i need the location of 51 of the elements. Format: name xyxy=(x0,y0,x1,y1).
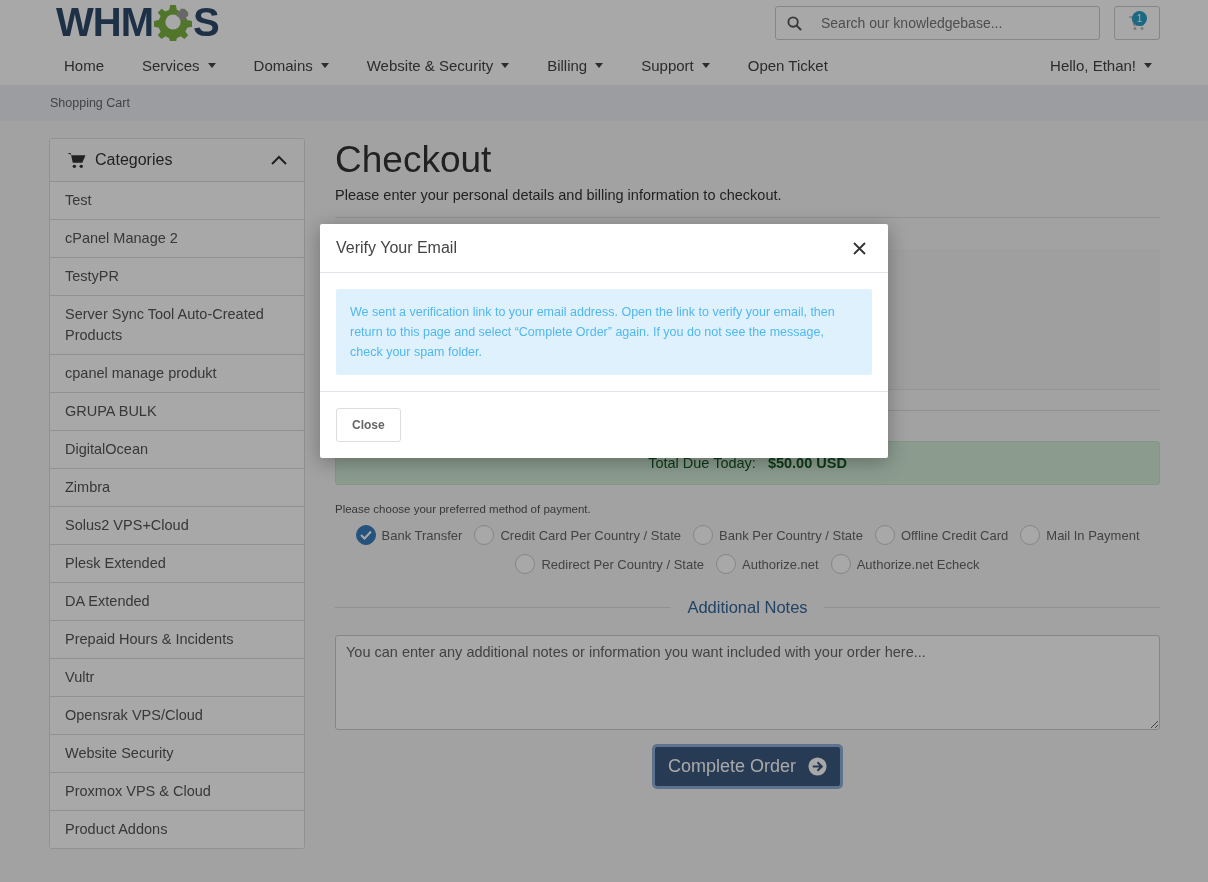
nav-link[interactable]: Billing xyxy=(539,57,612,74)
payment-option[interactable]: Credit Card Per Country / State xyxy=(474,525,682,545)
total-label: Total Due Today: xyxy=(648,455,756,471)
nav-link[interactable]: Support xyxy=(633,57,718,74)
payment-option[interactable]: Offline Credit Card xyxy=(874,525,1009,545)
chevron-icon[interactable] xyxy=(271,155,287,165)
radio-button[interactable] xyxy=(515,554,536,574)
check-icon xyxy=(359,530,372,540)
logo-text[interactable]: S xyxy=(192,0,219,44)
close-icon[interactable] xyxy=(851,239,868,257)
gear-icon xyxy=(153,3,192,41)
nav-link[interactable]: Home xyxy=(56,57,112,74)
cart-icon xyxy=(1128,15,1146,31)
radio-button[interactable] xyxy=(874,525,895,545)
nav-link[interactable]: Domains xyxy=(245,57,337,74)
cart-button[interactable]: 1 xyxy=(1114,6,1160,40)
nav-link[interactable]: Services xyxy=(134,57,224,74)
radio-button[interactable] xyxy=(830,554,851,574)
payment-prompt: Please choose your preferred method of payment. xyxy=(335,503,592,515)
search-field[interactable]: Search our knowledgebase... xyxy=(775,6,1100,40)
total-amount: $50.00 USD xyxy=(767,455,847,471)
radio-button[interactable] xyxy=(716,554,737,574)
radio-button[interactable] xyxy=(474,525,495,545)
payment-option[interactable]: Authorize.net xyxy=(716,554,819,574)
section-heading: Additional Notes xyxy=(687,598,808,617)
payment-option[interactable]: Authorize.net Echeck xyxy=(830,554,980,574)
radio-button[interactable] xyxy=(355,525,376,545)
info-alert: We sent a verification link to your email address. Open the link to verify your email, then return to this page and select “Complete Order” again. If you do not see the message, check your spam folder. xyxy=(336,289,872,375)
payment-option[interactable]: Redirect Per Country / State xyxy=(515,554,705,574)
radio-button[interactable] xyxy=(1020,525,1041,545)
notes-field[interactable]: You can enter any additional notes or information you want included with your order here... xyxy=(335,635,1160,730)
breadcrumb: Shopping Cart xyxy=(50,96,130,110)
cart-count-badge: 1 xyxy=(1132,11,1147,26)
payment-option[interactable]: Mail In Payment xyxy=(1020,525,1140,545)
page-title: Checkout xyxy=(335,138,493,182)
modal-title: Verify Your Email xyxy=(336,239,457,257)
arrow-circle-icon xyxy=(808,757,828,776)
payment-option[interactable]: Bank Per Country / State xyxy=(693,525,863,545)
search-icon xyxy=(787,16,802,31)
panel-title: Categories xyxy=(95,151,174,169)
caret-icon xyxy=(1144,63,1152,68)
payment-option[interactable]: Bank Transfer xyxy=(355,525,463,545)
radio-button[interactable] xyxy=(693,525,714,545)
cart-icon xyxy=(67,151,87,169)
nav-link[interactable]: Open Ticket xyxy=(739,57,836,74)
user-menu[interactable]: Hello, Ethan! xyxy=(1042,57,1160,74)
close-button[interactable]: Close xyxy=(336,408,401,442)
logo-text[interactable]: WHM xyxy=(56,0,153,44)
nav-link[interactable]: Website & Security xyxy=(358,57,518,74)
complete-order-button[interactable]: Complete Order xyxy=(651,744,844,789)
page-subtitle: Please enter your personal details and billing information to checkout. xyxy=(335,187,783,203)
